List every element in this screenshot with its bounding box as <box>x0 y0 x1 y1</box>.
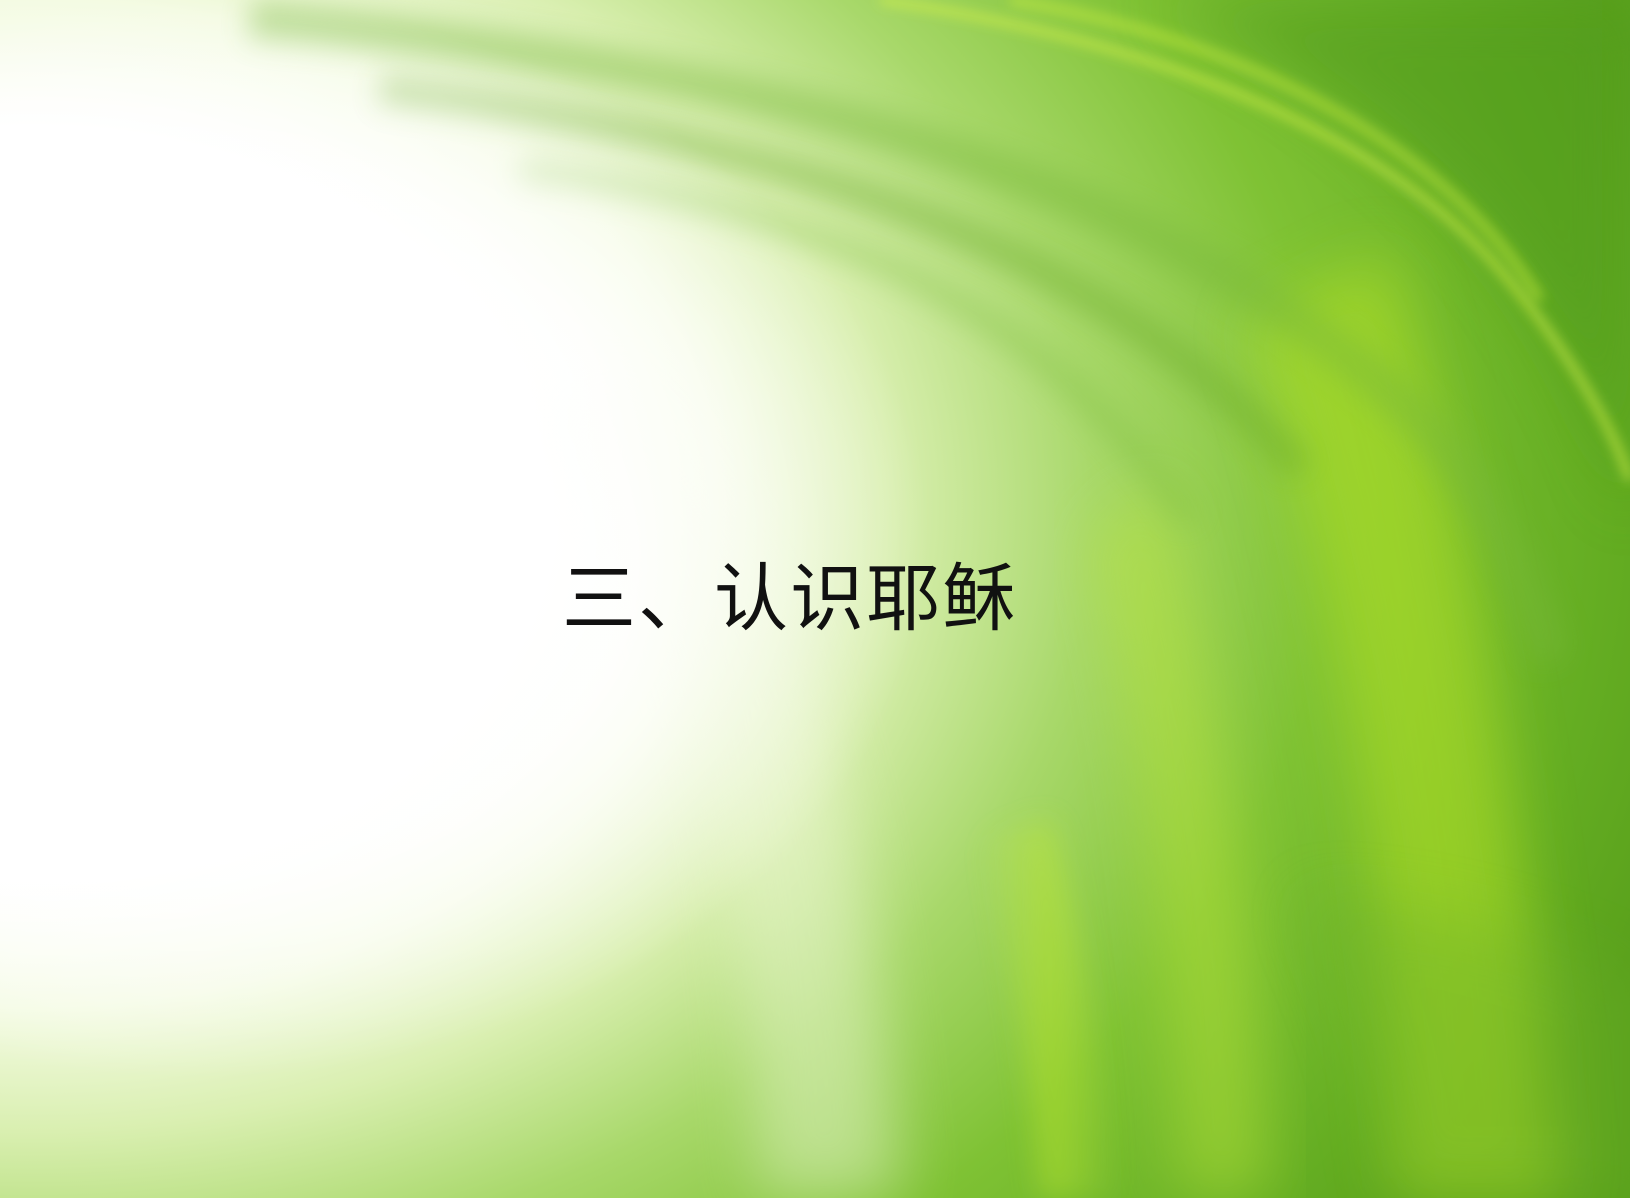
slide-title: 三、认识耶稣 <box>562 556 1018 642</box>
slide: 三、认识耶稣 <box>0 0 1630 1198</box>
